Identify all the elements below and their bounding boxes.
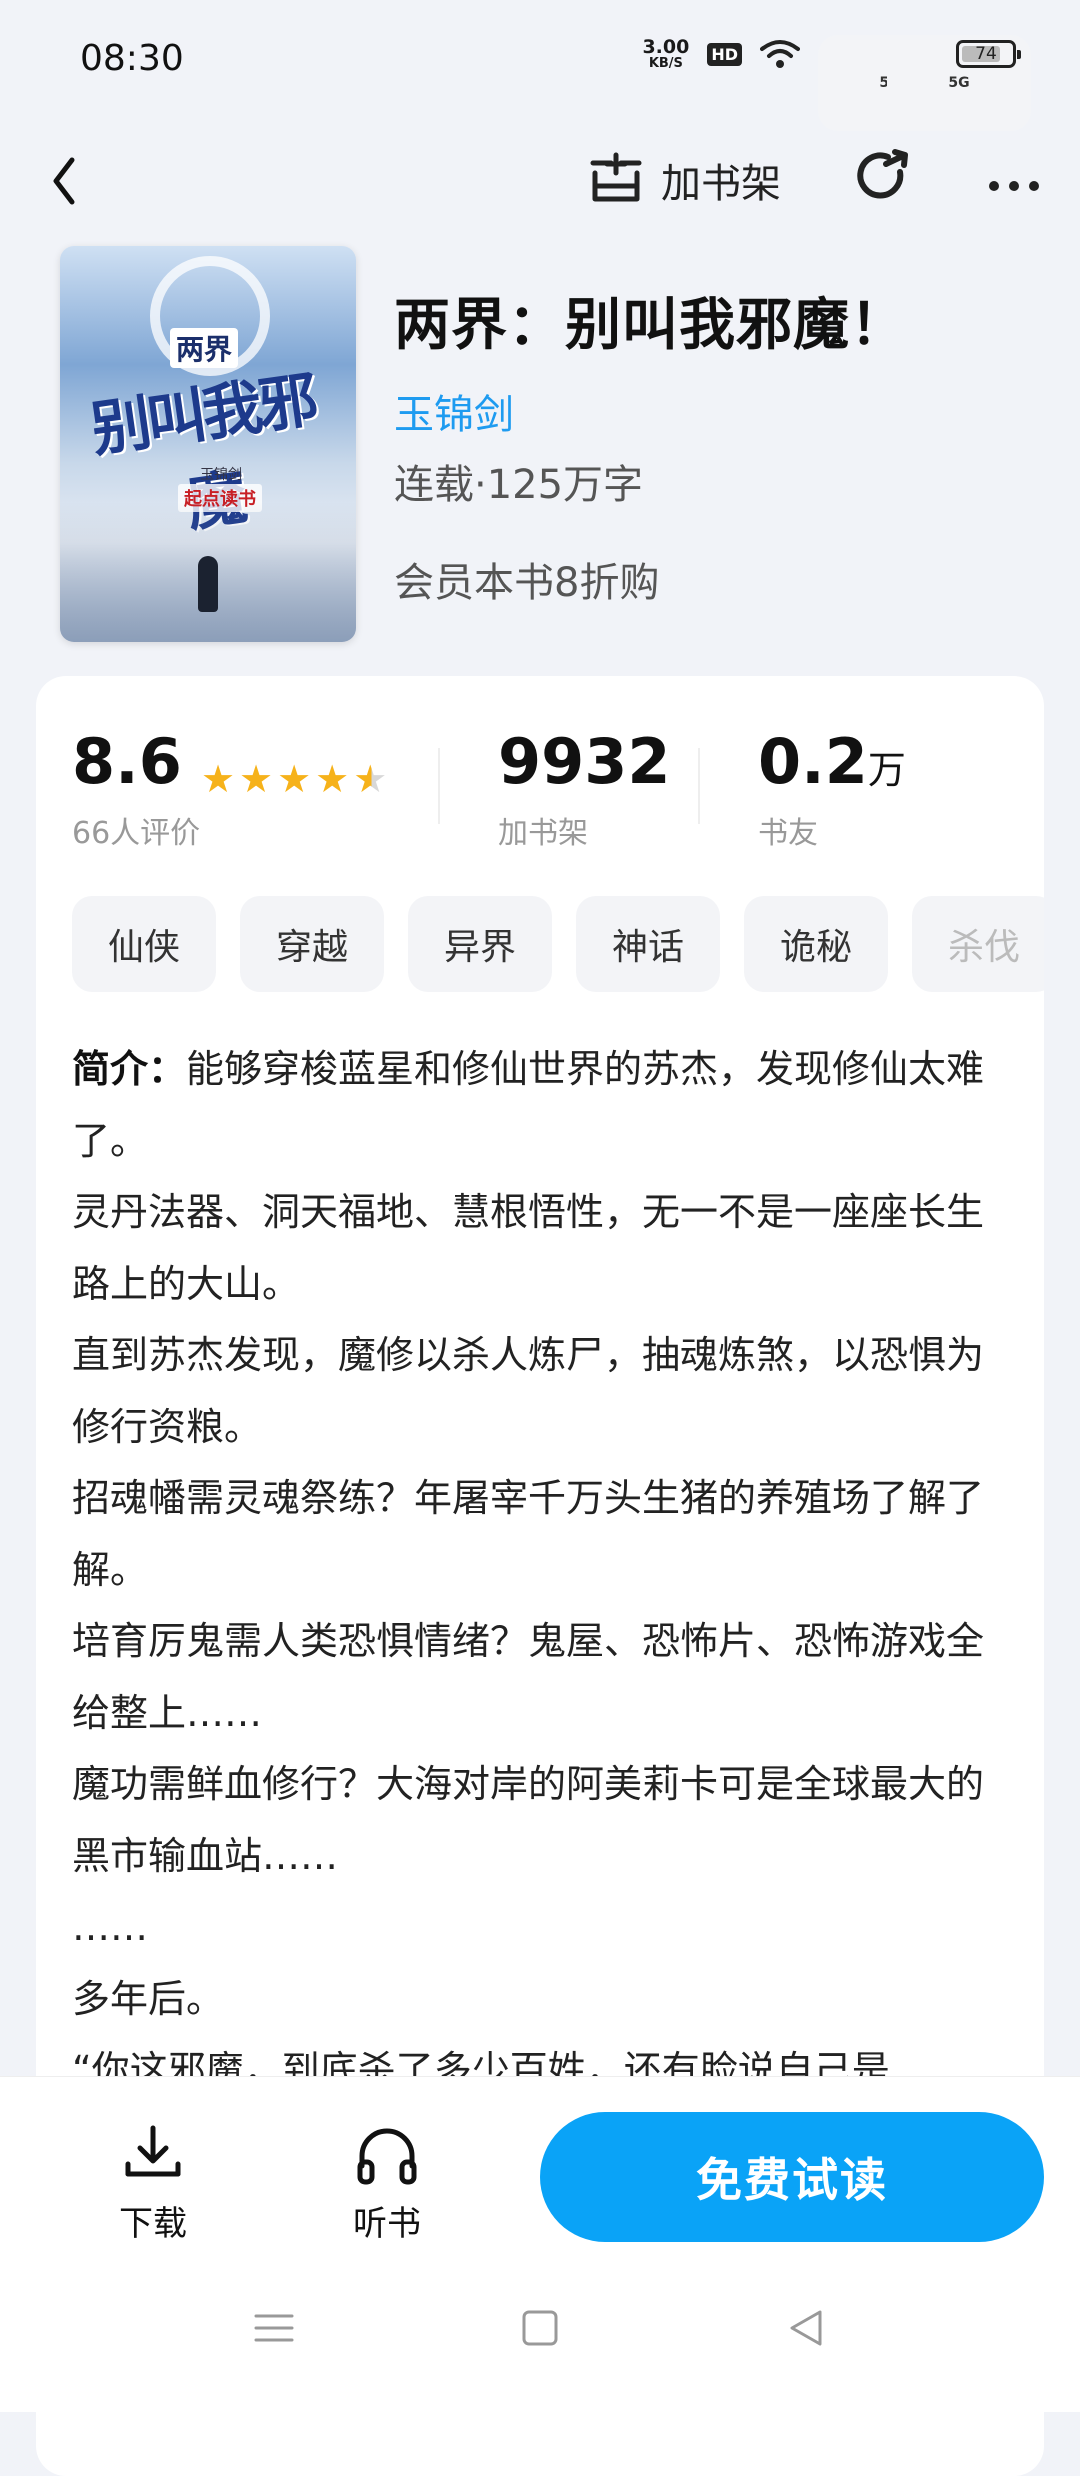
back-button[interactable] (40, 146, 110, 216)
status-time: 08:30 (80, 38, 184, 79)
cover-figure-art (198, 556, 218, 612)
share-icon (857, 149, 908, 199)
status-bar: 08:30 3.00 KB/S HD 5G 5G 74 (0, 0, 1080, 131)
rating-caption: 66人评价 (72, 816, 201, 851)
network-speed: 3.00 KB/S (642, 36, 690, 71)
shelf-count-caption: 加书架 (498, 816, 588, 851)
star-icon: ★ (277, 756, 312, 801)
status-icons: 3.00 KB/S HD 5G 5G 74 (642, 35, 1031, 131)
synopsis-line: …… (72, 1905, 148, 1949)
rating-stars: ★ ★ ★ ★ ★ (201, 760, 387, 798)
menu-icon (254, 2314, 294, 2342)
book-synopsis[interactable]: 简介：能够穿梭蓝星和修仙世界的苏杰，发现修仙太难了。 灵丹法器、洞天福地、慧根悟… (72, 1034, 1002, 2107)
synopsis-line: 招魂幡需灵魂祭练？年屠宰千万头生猪的养殖场了解了解。 (72, 1476, 985, 1592)
add-to-shelf-button[interactable]: 加书架 (585, 142, 781, 218)
star-half-icon: ★ (353, 756, 388, 801)
more-icon (989, 181, 1039, 191)
listen-label: 听书 (353, 2204, 421, 2244)
bookshelf-add-icon (590, 152, 642, 202)
book-friends-unit: 万 (867, 748, 906, 792)
book-friends-stat[interactable]: 0.2万 书友 (758, 726, 906, 852)
synopsis-line: 培育厉鬼需人类恐惧情绪？鬼屋、恐怖片、恐怖游戏全给整上…… (72, 1619, 985, 1735)
system-menu-button[interactable] (244, 2298, 304, 2358)
tag-chip[interactable]: 神话 (576, 896, 720, 992)
tag-chip[interactable]: 仙侠 (72, 896, 216, 992)
hd-voice-icon: HD (707, 42, 742, 66)
home-icon (522, 2310, 558, 2346)
synopsis-label: 简介： (72, 1047, 187, 1091)
battery-level: 74 (975, 44, 997, 64)
synopsis-line: 多年后。 (72, 1976, 225, 2021)
book-friends-value: 0.2 (758, 725, 868, 798)
signal-icon: 5G (887, 35, 1031, 131)
rating-stat[interactable]: 8.6 ★ ★ ★ ★ ★ 66人评价 (72, 726, 387, 852)
synopsis-line: 简介：能够穿梭蓝星和修仙世界的苏杰，发现修仙太难了。 (72, 1047, 985, 1163)
battery-icon: 74 (956, 40, 1021, 68)
star-icon: ★ (239, 756, 274, 801)
top-nav-bar: 加书架 (0, 130, 1080, 230)
stat-divider (438, 748, 440, 824)
tag-chip[interactable]: 杀伐 (912, 896, 1044, 992)
more-options-button[interactable] (980, 142, 1050, 212)
system-back-button[interactable] (776, 2298, 836, 2358)
rating-value: 8.6 (72, 725, 182, 798)
back-triangle-icon (790, 2310, 822, 2346)
tag-chip[interactable]: 诡秘 (744, 896, 888, 992)
download-label: 下载 (119, 2204, 187, 2244)
tag-chip[interactable]: 穿越 (240, 896, 384, 992)
free-trial-read-button[interactable]: 免费试读 (540, 2112, 1044, 2242)
star-icon: ★ (315, 756, 350, 801)
genre-tags: 仙侠 穿越 异界 神话 诡秘 杀伐 (72, 896, 1044, 992)
cover-author: 玉锦剑 (200, 467, 242, 483)
tag-chip[interactable]: 异界 (408, 896, 552, 992)
book-author-link[interactable]: 玉锦剑 (394, 382, 514, 440)
wifi-icon (760, 40, 800, 68)
download-icon (125, 2125, 181, 2177)
system-home-button[interactable] (510, 2298, 570, 2358)
star-icon: ★ (200, 756, 236, 801)
synopsis-line: 直到苏杰发现，魔修以杀人炼尸，抽魂炼煞，以恐惧为修行资粮。 (72, 1333, 985, 1449)
headphones-icon (357, 2128, 417, 2185)
book-friends-caption: 书友 (758, 816, 818, 851)
network-speed-unit: KB/S (648, 56, 683, 71)
add-to-shelf-label: 加书架 (661, 161, 781, 207)
bottom-action-bar: 下载 听书 免费试读 (0, 2076, 1080, 2412)
download-button[interactable]: 下载 (88, 2120, 218, 2245)
share-button[interactable] (848, 142, 918, 212)
book-cover[interactable]: 两界 别叫我邪魔 玉锦剑 起点读书 (60, 246, 356, 642)
shelf-count-stat: 9932 加书架 (498, 726, 671, 852)
signal-icon: 5G (818, 35, 962, 131)
shelf-count-value: 9932 (498, 725, 671, 798)
member-discount-text[interactable]: 会员本书8折购 (394, 550, 659, 608)
synopsis-line: 魔功需鲜血修行？大海对岸的阿美莉卡可是全球最大的黑市输血站…… (72, 1762, 985, 1878)
book-status-wordcount: 连载·125万字 (394, 462, 644, 508)
chevron-left-icon (53, 157, 75, 205)
book-title: 两界：别叫我邪魔！ (394, 293, 907, 358)
network-speed-value: 3.00 (642, 36, 690, 58)
listen-button[interactable]: 听书 (322, 2120, 452, 2245)
stat-divider (698, 748, 700, 824)
synopsis-line: 灵丹法器、洞天福地、慧根悟性，无一不是一座座长生路上的大山。 (72, 1190, 985, 1306)
